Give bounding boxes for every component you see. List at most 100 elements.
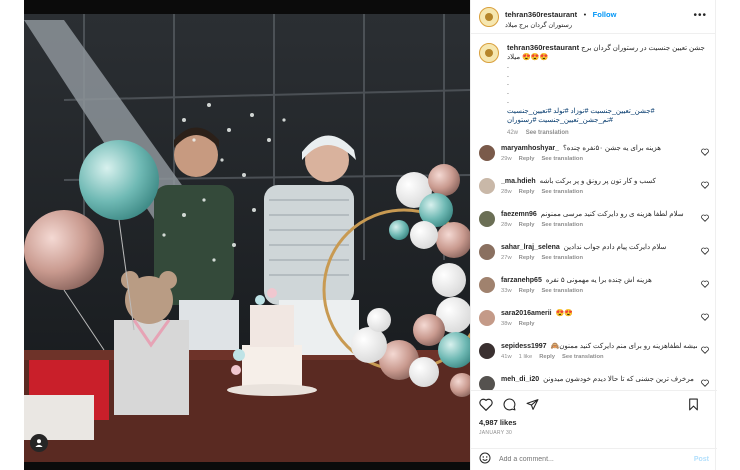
avatar[interactable] [479,309,495,326]
see-translation-link[interactable]: See translation [526,130,569,136]
comment-body: farzanehp65 هزینه اش چنده برا یه مهمونی ۵… [501,276,697,294]
see-translation-link[interactable]: See translation [562,354,604,360]
post-sidebar: tehran360restaurant • Follow رستوران گرد… [470,0,717,470]
list-item: sara2016amerii 😍😍 38w Reply [479,309,709,335]
comment-like-icon[interactable] [701,247,709,257]
reply-button[interactable]: Reply [519,255,535,261]
list-item: meh_di_i20 مرخرف ترین جشنی که تا حالا دید… [479,375,709,390]
comment-text: هزینه اش چنده برا یه مهمونی ۵ نفره [545,276,652,284]
list-item: maryamhoshyar_ هزینه برای یه جشن ۵۰نفره چ… [479,144,709,170]
likes-count[interactable]: 4,987 likes [471,417,717,428]
comment-username[interactable]: maryamhoshyar_ [501,145,559,152]
location-link[interactable]: رستوران گردان برج میلاد [505,22,616,29]
comment-text: کسب و کار تون پر رونق و پر برکت باشه [539,177,656,185]
comment-body: faezemn96 سلام لطفا هزینه ی رو دایرکت کنی… [501,210,697,228]
caption-hashtags[interactable]: #جشن_تعیین_جنسیت #نوزاد #تولد #تعیین_جنس… [507,107,707,126]
see-translation-link[interactable]: See translation [541,288,583,294]
comment-like-icon[interactable] [701,379,709,389]
comment-body: sara2016amerii 😍😍 38w Reply [501,309,697,327]
more-icon[interactable]: ••• [693,10,707,21]
emoji-icon[interactable] [479,451,491,469]
caption-dots: . . . . . [507,62,509,105]
list-item: farzanehp65 هزینه اش چنده برا یه مهمونی ۵… [479,276,709,302]
list-item: faezemn96 سلام لطفا هزینه ی رو دایرکت کنی… [479,210,709,236]
avatar[interactable] [479,177,495,194]
post-header-names: tehran360restaurant • Follow رستوران گرد… [505,4,616,30]
comment-text: 😍😍 [555,309,574,317]
caption-body: tehran360restaurant جشن تعیین جنسیت در ر… [507,43,707,137]
caption-meta: 42w See translation [507,129,707,137]
see-translation-link[interactable]: See translation [541,189,583,195]
post-date: JANUARY 30 [479,430,513,436]
comment-text: سلام دایرکت پیام دادم جواب ندادین [563,243,667,251]
author-username[interactable]: tehran360restaurant [505,10,577,19]
comment-time: 27w [501,254,512,261]
post-header: tehran360restaurant • Follow رستوران گرد… [471,0,715,34]
share-icon[interactable] [526,398,539,416]
comment-time: 28w [501,221,512,228]
add-comment-bar: Post [471,448,717,470]
avatar[interactable] [479,276,495,293]
comment-meta: 38w Reply [501,321,697,327]
reply-button[interactable]: Reply [519,222,535,228]
comment-body: sepidess1997 میشه لطفاهزینه رو برای منم د… [501,342,697,360]
comment-body: maryamhoshyar_ هزینه برای یه جشن ۵۰نفره چ… [501,144,697,162]
comment-icon[interactable] [503,398,516,416]
reply-button[interactable]: Reply [519,189,535,195]
comment-meta: 27w Reply See translation [501,255,697,261]
reply-button[interactable]: Reply [519,156,535,162]
post-photo[interactable] [24,0,470,470]
avatar[interactable] [479,144,495,161]
avatar[interactable] [479,210,495,227]
comment-text: سلام لطفا هزینه ی رو دایرکت کنید مرسی مم… [540,210,684,218]
comment-like-icon[interactable] [701,214,709,224]
comment-like-icon[interactable] [701,313,709,323]
reply-button[interactable]: Reply [539,354,555,360]
post-actions: 4,987 likes JANUARY 30 Post [471,390,717,470]
add-comment-input[interactable] [499,456,694,463]
caption-username[interactable]: tehran360restaurant [507,43,579,52]
comment-like-icon[interactable] [701,148,709,158]
comment-username[interactable]: farzanehp65 [501,277,542,284]
comment-time: 29w [501,155,512,162]
avatar[interactable] [479,43,499,63]
see-translation-link[interactable]: See translation [541,156,583,162]
reply-button[interactable]: Reply [519,288,535,294]
avatar[interactable] [479,342,495,359]
list-item: sepidess1997 میشه لطفاهزینه رو برای منم د… [479,342,709,368]
comment-body: _ma.hdieh کسب و کار تون پر رونق و پر برکت… [501,177,697,195]
comment-username[interactable]: sahar_lraj_selena [501,244,560,251]
comment-username[interactable]: sara2016amerii [501,310,552,317]
avatar[interactable] [479,375,495,390]
caption: tehran360restaurant جشن تعیین جنسیت در ر… [479,43,709,137]
comment-time: 41w [501,353,512,360]
comment-username[interactable]: faezemn96 [501,211,537,218]
comment-time: 33w [501,287,512,294]
comments-list[interactable]: tehran360restaurant جشن تعیین جنسیت در ر… [471,35,717,390]
comment-username[interactable]: meh_di_i20 [501,376,539,383]
separator-dot: • [583,9,587,19]
bookmark-icon[interactable] [688,398,699,416]
post-comment-button[interactable]: Post [694,456,709,463]
comment-username[interactable]: _ma.hdieh [501,178,536,185]
heart-icon[interactable] [479,398,493,416]
follow-button[interactable]: Follow [593,10,617,19]
avatar[interactable] [479,243,495,260]
comment-like-icon[interactable] [701,280,709,290]
action-bar [471,391,717,417]
comment-list: maryamhoshyar_ هزینه برای یه جشن ۵۰نفره چ… [479,144,709,390]
comment-likes[interactable]: 1 like [519,354,533,360]
see-translation-link[interactable]: See translation [541,222,583,228]
comment-text: میشه لطفاهزینه رو برای منم دایرکت کنید م… [550,342,697,350]
tagged-users-icon[interactable] [30,434,48,452]
comment-like-icon[interactable] [701,346,709,356]
comment-time: 28w [501,188,512,195]
see-translation-link[interactable]: See translation [541,255,583,261]
reply-button[interactable]: Reply [519,321,535,327]
comment-username[interactable]: sepidess1997 [501,343,547,350]
comment-meta: 33w Reply See translation [501,288,697,294]
comment-text: مرخرف ترین جشنی که تا حالا دیدم خودشون م… [543,375,694,383]
list-item: _ma.hdieh کسب و کار تون پر رونق و پر برکت… [479,177,709,203]
avatar[interactable] [479,6,499,27]
comment-like-icon[interactable] [701,181,709,191]
